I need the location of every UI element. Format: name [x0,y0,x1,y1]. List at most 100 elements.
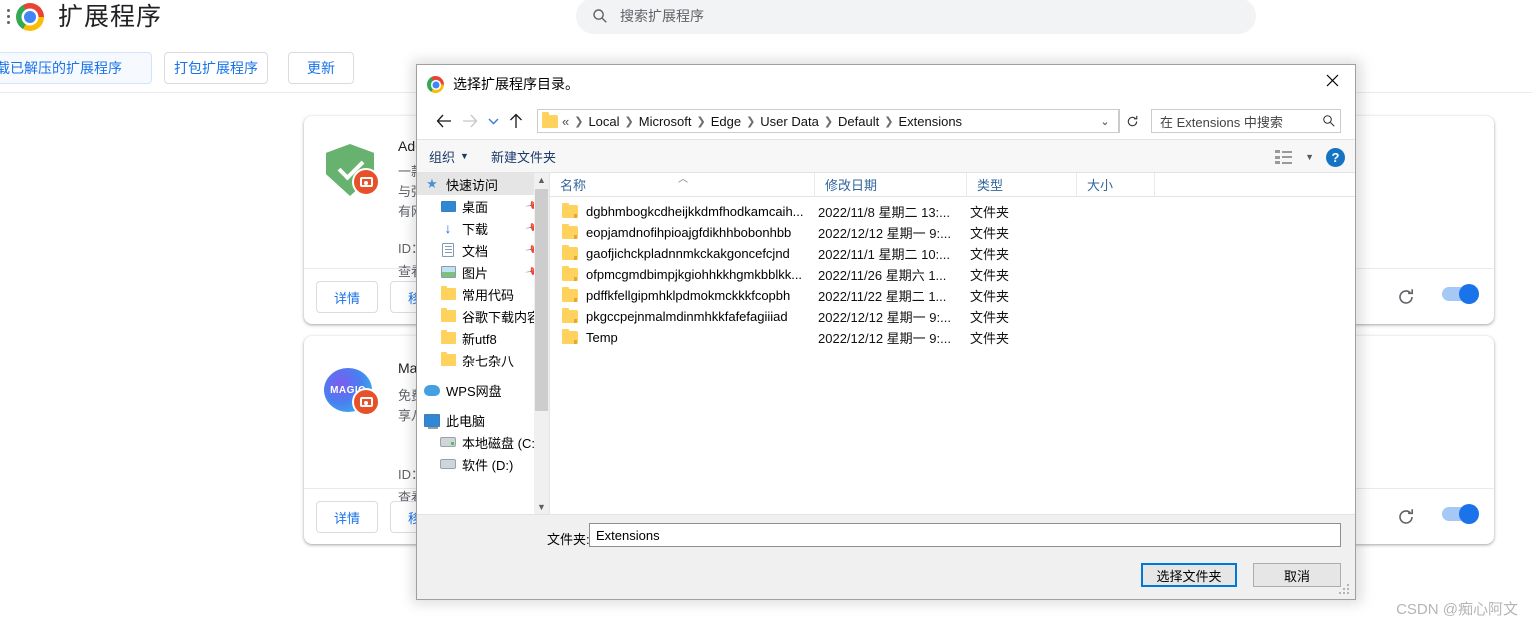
monitor-icon [440,200,456,212]
column-header-type[interactable]: 类型 [966,173,1076,196]
page-title: 扩展程序 [58,3,163,31]
breadcrumb-item-microsoft[interactable]: Microsoft [639,114,692,129]
file-type: 文件夹 [970,268,1010,283]
select-folder-button[interactable]: 选择文件夹 [1141,563,1237,587]
chevron-right-icon: ❯ [823,115,834,128]
search-input[interactable]: 搜索扩展程序 [576,0,1256,34]
details-button[interactable]: 详情 [316,501,378,533]
refresh-button[interactable] [1119,109,1145,133]
cancel-button[interactable]: 取消 [1253,563,1341,587]
forward-button[interactable] [457,108,483,134]
breadcrumb-item-default[interactable]: Default [838,114,879,129]
nav-item-label: 软件 (D:) [462,457,514,473]
folder-icon [562,286,578,302]
help-icon[interactable]: ? [1326,147,1345,167]
search-icon [593,9,607,23]
chevron-right-icon: ❯ [574,115,584,128]
back-button[interactable] [431,108,457,134]
scrollbar-thumb[interactable] [535,189,548,411]
arrow-up-icon [510,113,522,128]
table-row[interactable]: pdffkfellgipmhklpdmokmckkkfcopbh 2022/11… [550,285,1355,306]
folder-icon [562,223,578,239]
enable-toggle[interactable] [1442,504,1479,524]
folder-picker-dialog: 选择扩展程序目录。 « ❯ Local ❯ Microsoft ❯ Edge ❯… [416,64,1356,600]
table-row[interactable]: dgbhmbogkcdheijkkdmfhodkamcaih... 2022/1… [550,201,1355,222]
reload-icon[interactable] [1396,287,1416,307]
nav-group-wps-cloud[interactable]: WPS网盘 [417,379,549,401]
breadcrumb-item-local[interactable]: Local [588,114,619,129]
nav-group-label: 此电脑 [446,413,486,429]
load-unpacked-button[interactable]: 加载已解压的扩展程序 [0,52,152,84]
view-layout-icon[interactable] [1275,150,1293,164]
dialog-body: ★ 快速访问 桌面 📌 ↓ 下载 📌 文档 📌 [417,173,1355,515]
address-breadcrumb[interactable]: « ❯ Local ❯ Microsoft ❯ Edge ❯ User Data… [537,109,1119,133]
nav-item-desktop[interactable]: 桌面 📌 [417,195,549,217]
nav-item-disk-d[interactable]: 软件 (D:) [417,453,549,475]
breadcrumb-item-extensions[interactable]: Extensions [898,114,962,129]
file-name: pkgccpejnmalmdinmhkkfafefagiiiad [586,309,788,324]
caret-down-icon: ▼ [460,151,469,161]
chevron-down-icon[interactable]: ⌄ [1094,115,1116,128]
arrow-right-icon [463,114,478,128]
nav-item-label: 杂七杂八 [462,353,515,369]
reload-icon[interactable] [1396,507,1416,527]
enable-toggle[interactable] [1442,284,1479,304]
chevron-up-icon[interactable]: ▲ [537,173,546,187]
file-name: ofpmcgmdbimpjkgiohhkkhgmkbblkk... [586,267,803,282]
file-date: 2022/11/22 星期二 1... [818,289,947,304]
table-row[interactable]: eopjamdnofihpioajgfdikhhbobonhbb 2022/12… [550,222,1355,243]
file-type: 文件夹 [970,331,1010,346]
update-button[interactable]: 更新 [288,52,354,84]
file-date: 2022/11/8 星期二 13:... [818,205,950,220]
nav-item-common-code[interactable]: 常用代码 [417,283,549,305]
nav-item-misc[interactable]: 杂七杂八 [417,349,549,371]
nav-item-documents[interactable]: 文档 📌 [417,239,549,261]
dialog-search-input[interactable]: 在 Extensions 中搜索 [1151,109,1341,133]
more-vertical-icon[interactable] [2,6,14,26]
arrow-left-icon [436,114,451,128]
folder-icon [562,202,578,218]
pack-extension-button[interactable]: 打包扩展程序 [164,52,268,84]
nav-item-downloads[interactable]: ↓ 下载 📌 [417,217,549,239]
dialog-search-placeholder: 在 Extensions 中搜索 [1160,114,1283,130]
nav-item-local-disk-c[interactable]: 本地磁盘 (C:) [417,431,549,453]
close-icon[interactable] [1309,65,1355,95]
chevron-right-icon: ❯ [884,115,894,128]
new-folder-button[interactable]: 新建文件夹 [491,147,556,166]
column-header-size[interactable]: 大小 [1076,173,1154,196]
breadcrumb-item-user-data[interactable]: User Data [760,114,819,129]
nav-item-label: 常用代码 [462,287,515,303]
chevron-right-icon: ❯ [746,115,756,128]
folder-icon [440,330,456,344]
navigation-pane-scrollbar[interactable]: ▲ ▼ [534,173,549,514]
table-row[interactable]: ofpmcgmdbimpjkgiohhkkhgmkbblkk... 2022/1… [550,264,1355,285]
command-bar-right: ▼ ? [1275,140,1345,174]
up-button[interactable] [503,108,529,134]
watermark: CSDN @痴心阿文 [1396,601,1518,618]
nav-group-quick-access[interactable]: ★ 快速访问 [417,173,549,195]
nav-item-label: 文档 [462,243,489,259]
column-header-name[interactable]: 名称 ︿ [550,173,814,196]
navigation-pane: ★ 快速访问 桌面 📌 ↓ 下载 📌 文档 📌 [417,173,549,514]
table-row[interactable]: gaofjichckpladnnmkckakgoncefcjnd 2022/11… [550,243,1355,264]
nav-group-this-pc[interactable]: 此电脑 [417,409,549,431]
organize-menu[interactable]: 组织 ▼ [429,147,469,166]
folder-name-input[interactable]: Extensions [589,523,1341,547]
file-list-pane: 名称 ︿ 修改日期 类型 大小 dgbhmbogkcdheijkkdmfhodk… [550,173,1355,514]
nav-item-new-utf8[interactable]: 新utf8 [417,327,549,349]
star-pin-icon: ★ [426,176,438,191]
breadcrumb-overflow[interactable]: « [562,114,569,129]
chevron-down-icon[interactable]: ▼ [537,500,546,514]
details-button[interactable]: 详情 [316,281,378,313]
table-row[interactable]: pkgccpejnmalmdinmhkkfafefagiiiad 2022/12… [550,306,1355,327]
column-header-label: 类型 [977,178,1004,193]
download-arrow-icon: ↓ [444,220,452,236]
nav-item-google-downloads[interactable]: 谷歌下载内容 [417,305,549,327]
table-row[interactable]: Temp 2022/12/12 星期一 9:... 文件夹 [550,327,1355,348]
column-header-date[interactable]: 修改日期 [814,173,966,196]
recent-locations-button[interactable] [483,108,503,134]
caret-down-icon[interactable]: ▼ [1305,152,1314,162]
nav-item-pictures[interactable]: 图片 📌 [417,261,549,283]
breadcrumb-item-edge[interactable]: Edge [711,114,741,129]
folder-icon [542,112,558,128]
